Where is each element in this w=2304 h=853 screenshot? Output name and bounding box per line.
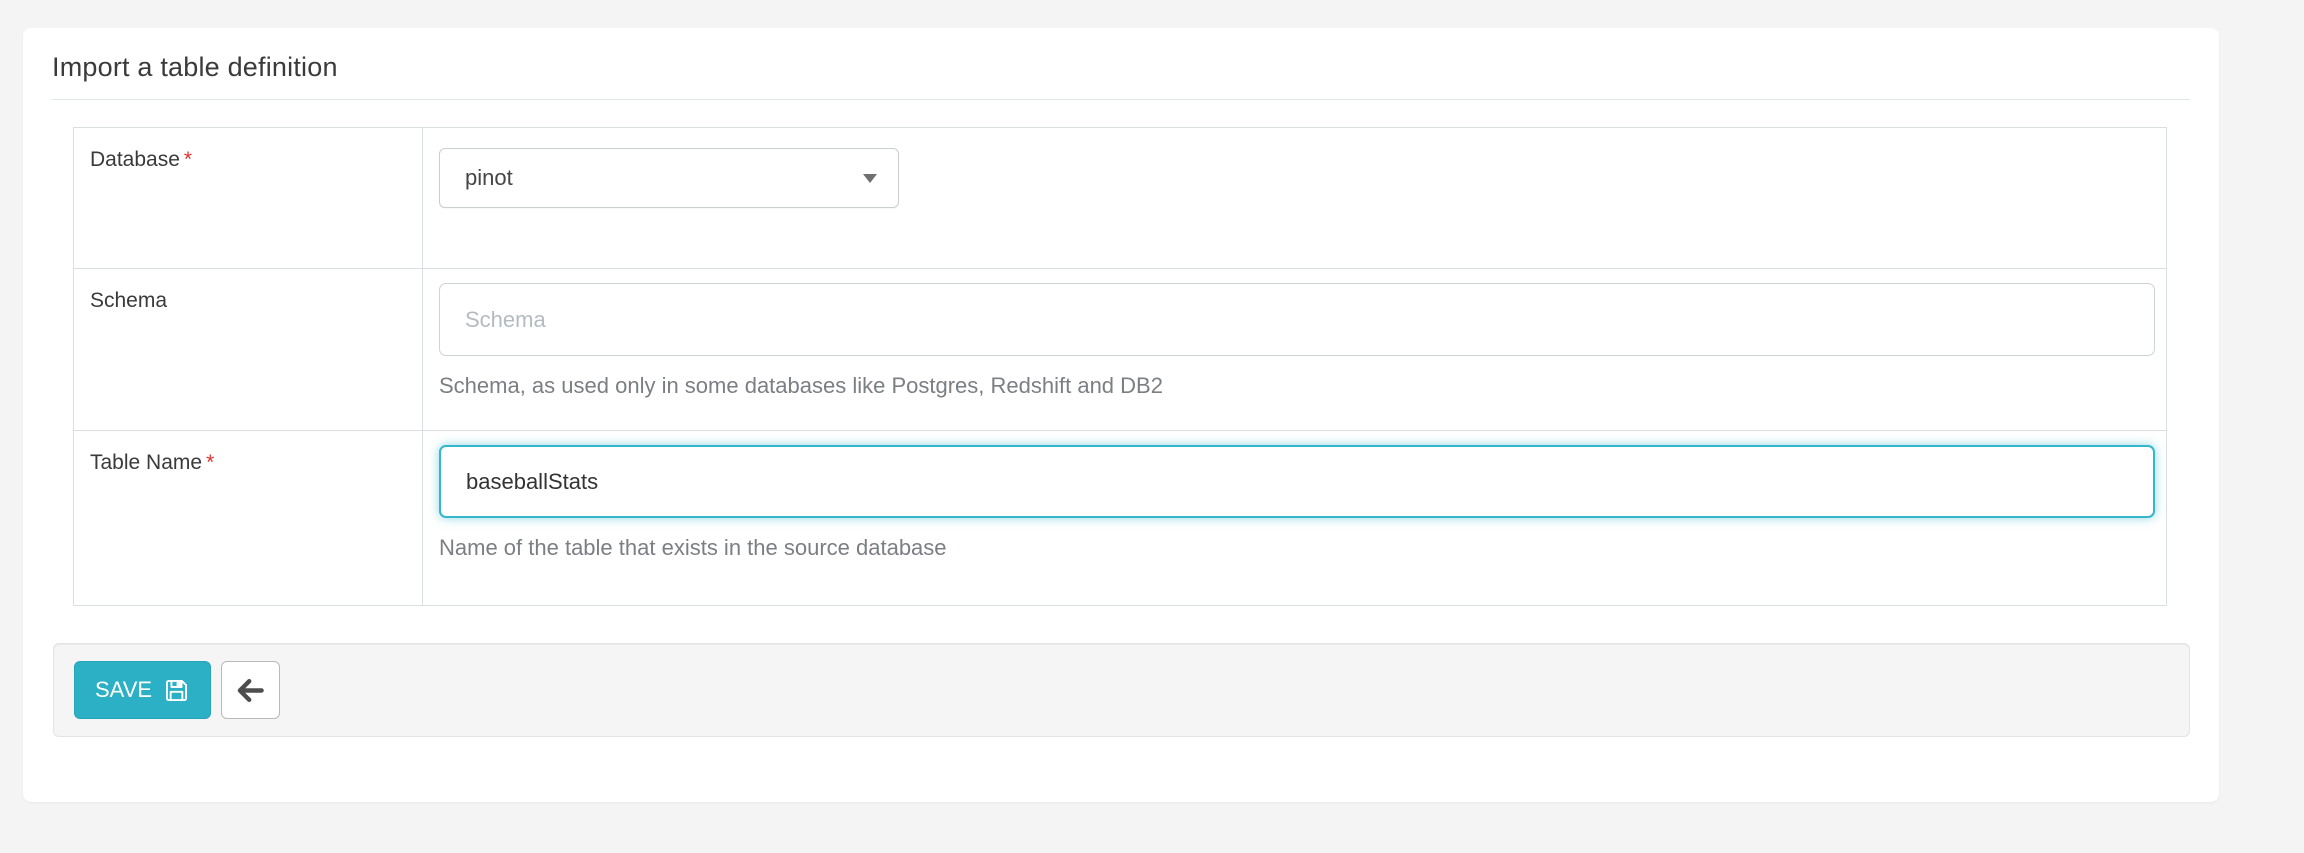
- table-name-label: Table Name: [90, 451, 202, 474]
- database-label-cell: Database*: [74, 128, 423, 269]
- back-button[interactable]: [221, 661, 280, 719]
- table-name-help-text: Name of the table that exists in the sou…: [439, 535, 2150, 561]
- database-select[interactable]: pinot: [439, 148, 899, 208]
- table-name-field-cell: Name of the table that exists in the sou…: [423, 431, 2167, 606]
- page-title: Import a table definition: [52, 28, 2190, 83]
- required-asterisk: *: [184, 148, 192, 171]
- arrow-left-icon: [235, 675, 266, 706]
- save-button-label: SAVE: [95, 677, 152, 703]
- caret-down-icon: [863, 174, 877, 183]
- schema-field-cell: Schema, as used only in some databases l…: [423, 269, 2167, 431]
- table-name-row: Table Name* Name of the table that exist…: [74, 431, 2167, 606]
- form-actions-bar: SAVE: [53, 643, 2190, 737]
- schema-label-cell: Schema: [74, 269, 423, 431]
- database-row: Database* pinot: [74, 128, 2167, 269]
- floppy-disk-icon: [163, 677, 190, 704]
- database-select-value: pinot: [465, 165, 513, 191]
- title-divider: [52, 99, 2190, 100]
- required-asterisk: *: [206, 451, 214, 474]
- save-button[interactable]: SAVE: [74, 661, 211, 719]
- table-definition-form: Database* pinot Schema Schema, as used o…: [73, 127, 2167, 606]
- schema-help-text: Schema, as used only in some databases l…: [439, 373, 2150, 399]
- import-table-card: Import a table definition Database* pino…: [23, 28, 2219, 802]
- schema-label: Schema: [90, 289, 167, 312]
- table-name-label-cell: Table Name*: [74, 431, 423, 606]
- schema-row: Schema Schema, as used only in some data…: [74, 269, 2167, 431]
- table-name-input[interactable]: [439, 445, 2155, 518]
- database-label: Database: [90, 148, 180, 171]
- database-field-cell: pinot: [423, 128, 2167, 269]
- page-background: { "page": { "title": "Import a table def…: [0, 0, 2304, 853]
- schema-input[interactable]: [439, 283, 2155, 356]
